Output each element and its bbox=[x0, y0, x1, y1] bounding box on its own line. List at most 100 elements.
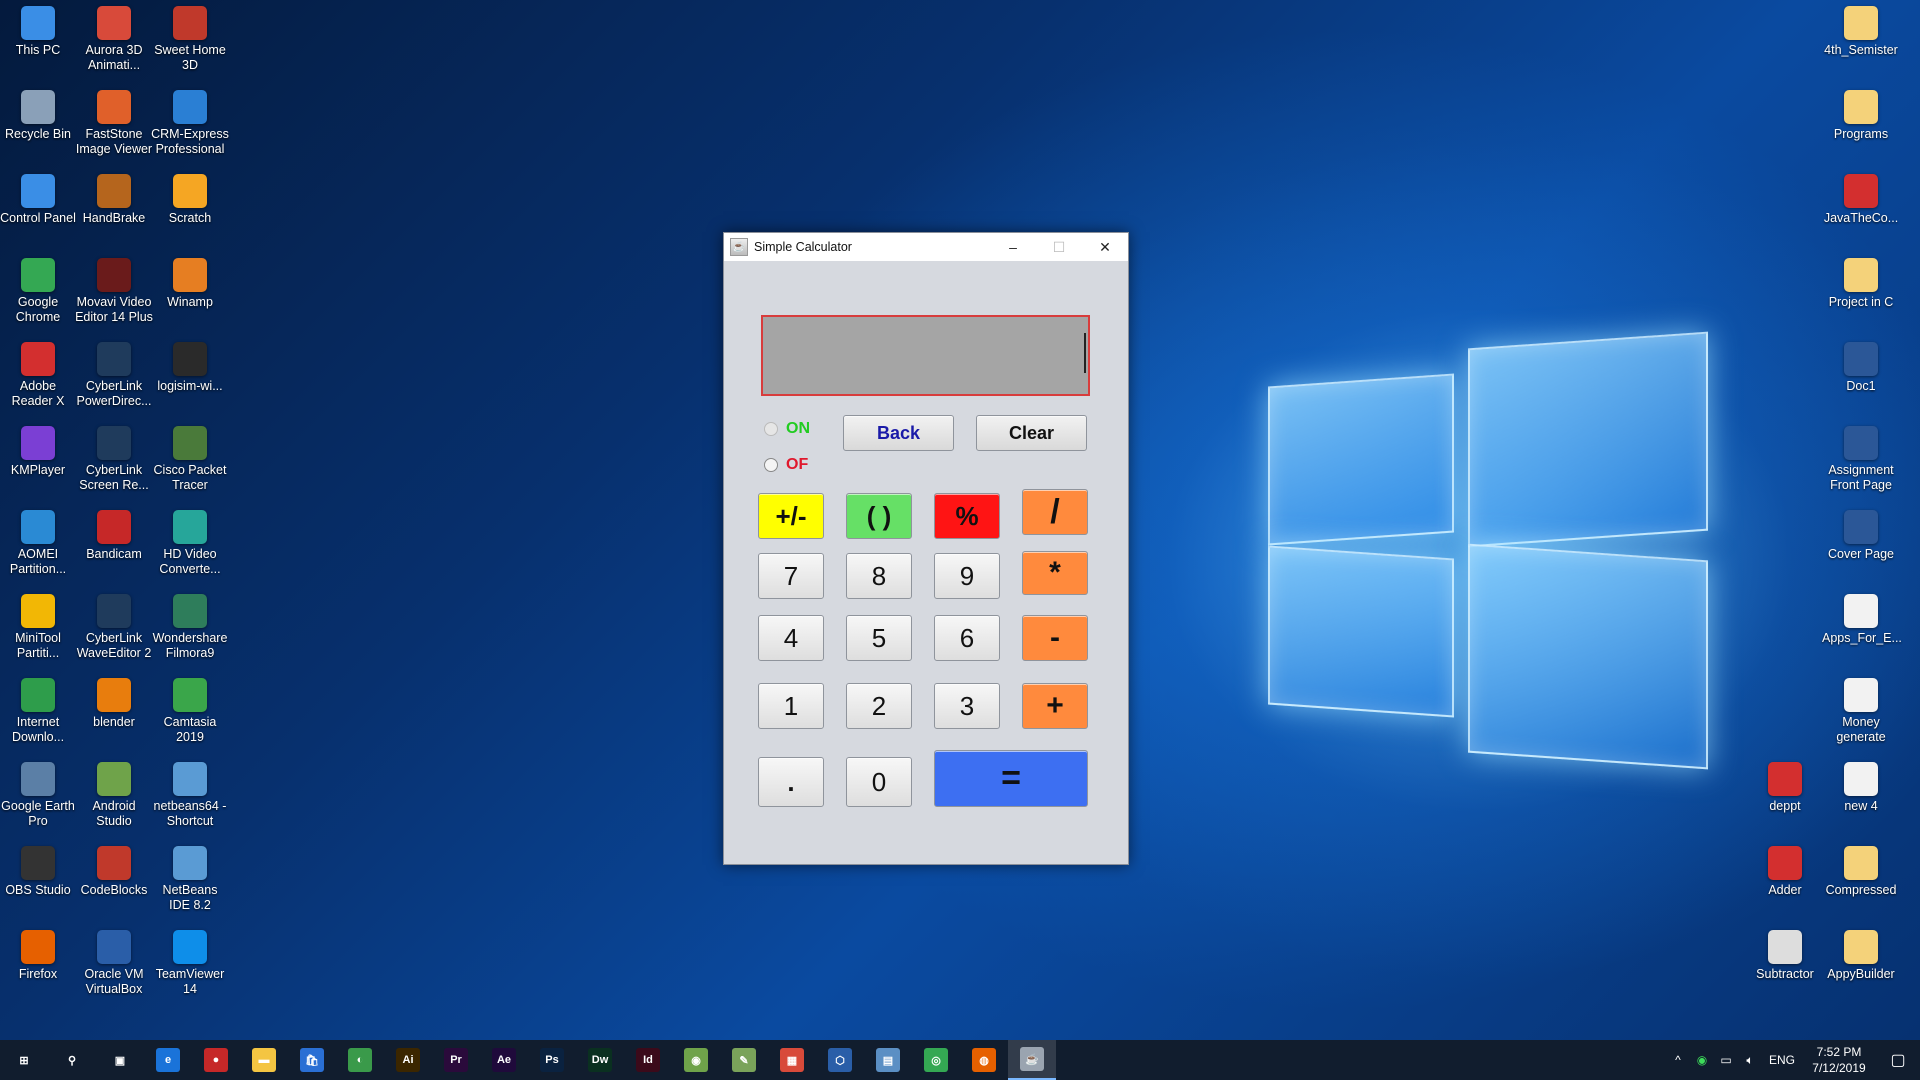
key-4[interactable]: 4 bbox=[758, 615, 824, 661]
multiply-button[interactable]: * bbox=[1022, 551, 1088, 595]
taskbar-button[interactable]: ◉ bbox=[672, 1040, 720, 1080]
taskbar-button[interactable]: Ai bbox=[384, 1040, 432, 1080]
taskbar-button[interactable]: ⊞ bbox=[0, 1040, 48, 1080]
taskbar-button[interactable]: ✎ bbox=[720, 1040, 768, 1080]
taskbar-button[interactable]: ▬ bbox=[240, 1040, 288, 1080]
taskbar-button[interactable]: ⬡ bbox=[816, 1040, 864, 1080]
taskbar-button[interactable]: Pr bbox=[432, 1040, 480, 1080]
desktop-icon[interactable]: HD Video Converte... bbox=[151, 510, 229, 577]
desktop-icon[interactable]: CRM-Express Professional bbox=[151, 90, 229, 157]
decimal-button[interactable]: . bbox=[758, 757, 824, 807]
desktop-icon[interactable]: deppt bbox=[1746, 762, 1824, 814]
tray-chevron-icon[interactable]: ^ bbox=[1666, 1053, 1690, 1067]
desktop-icon[interactable]: CyberLink Screen Re... bbox=[75, 426, 153, 493]
desktop-icon[interactable]: Assignment Front Page bbox=[1822, 426, 1900, 493]
desktop-icon[interactable]: 4th_Semister bbox=[1822, 6, 1900, 58]
key-8[interactable]: 8 bbox=[846, 553, 912, 599]
taskbar-button[interactable]: ◎ bbox=[912, 1040, 960, 1080]
desktop-icon[interactable]: AppyBuilder bbox=[1822, 930, 1900, 982]
minimize-button[interactable]: – bbox=[990, 233, 1036, 261]
taskbar-button[interactable]: ◐ bbox=[336, 1040, 384, 1080]
radio-on[interactable]: ON bbox=[764, 420, 810, 438]
taskbar-button[interactable]: 🛍 bbox=[288, 1040, 336, 1080]
desktop-icon[interactable]: Movavi Video Editor 14 Plus bbox=[75, 258, 153, 325]
notifications-icon[interactable]: ▢ bbox=[1876, 1050, 1920, 1070]
desktop-icon[interactable]: This PC bbox=[0, 6, 77, 58]
clock[interactable]: 7:52 PM 7/12/2019 bbox=[1802, 1044, 1876, 1076]
maximize-button[interactable]: ☐ bbox=[1036, 233, 1082, 261]
taskbar-button[interactable]: ● bbox=[192, 1040, 240, 1080]
taskbar-button[interactable]: e bbox=[144, 1040, 192, 1080]
desktop-icon[interactable]: Google Earth Pro bbox=[0, 762, 77, 829]
close-button[interactable]: ✕ bbox=[1082, 233, 1128, 261]
desktop-icon[interactable]: logisim-wi... bbox=[151, 342, 229, 394]
desktop-icon[interactable]: Firefox bbox=[0, 930, 77, 982]
desktop-icon[interactable]: CodeBlocks bbox=[75, 846, 153, 898]
taskbar-button[interactable]: ◍ bbox=[960, 1040, 1008, 1080]
desktop-icon[interactable]: TeamViewer 14 bbox=[151, 930, 229, 997]
desktop-icon[interactable]: Cisco Packet Tracer bbox=[151, 426, 229, 493]
key-1[interactable]: 1 bbox=[758, 683, 824, 729]
taskbar-button[interactable]: ▣ bbox=[96, 1040, 144, 1080]
taskbar-button[interactable]: Dw bbox=[576, 1040, 624, 1080]
back-button[interactable]: Back bbox=[843, 415, 954, 451]
desktop-icon[interactable]: Adder bbox=[1746, 846, 1824, 898]
desktop-icon[interactable]: HandBrake bbox=[75, 174, 153, 226]
desktop-icon[interactable]: FastStone Image Viewer bbox=[75, 90, 153, 157]
desktop-icon[interactable]: JavaTheCo... bbox=[1822, 174, 1900, 226]
desktop-icon[interactable]: Oracle VM VirtualBox bbox=[75, 930, 153, 997]
key-6[interactable]: 6 bbox=[934, 615, 1000, 661]
desktop-icon[interactable]: Aurora 3D Animati... bbox=[75, 6, 153, 73]
key-7[interactable]: 7 bbox=[758, 553, 824, 599]
desktop-icon[interactable]: Bandicam bbox=[75, 510, 153, 562]
equals-button[interactable]: = bbox=[934, 750, 1088, 807]
parentheses-button[interactable]: ( ) bbox=[846, 493, 912, 539]
desktop-icon[interactable]: Cover Page bbox=[1822, 510, 1900, 562]
desktop-icon[interactable]: netbeans64 - Shortcut bbox=[151, 762, 229, 829]
taskbar-button[interactable]: Ae bbox=[480, 1040, 528, 1080]
desktop-icon[interactable]: Wondershare Filmora9 bbox=[151, 594, 229, 661]
desktop-icon[interactable]: KMPlayer bbox=[0, 426, 77, 478]
volume-icon[interactable]: 🔈︎ bbox=[1738, 1053, 1762, 1068]
desktop-icon[interactable]: Android Studio bbox=[75, 762, 153, 829]
desktop-icon[interactable]: Winamp bbox=[151, 258, 229, 310]
desktop-icon[interactable]: Recycle Bin bbox=[0, 90, 77, 142]
radio-on-circle[interactable] bbox=[764, 422, 778, 436]
desktop-icon[interactable]: MiniTool Partiti... bbox=[0, 594, 77, 661]
desktop-icon[interactable]: Subtractor bbox=[1746, 930, 1824, 982]
key-2[interactable]: 2 bbox=[846, 683, 912, 729]
percent-button[interactable]: % bbox=[934, 493, 1000, 539]
desktop-icon[interactable]: Camtasia 2019 bbox=[151, 678, 229, 745]
desktop-icon[interactable]: CyberLink PowerDirec... bbox=[75, 342, 153, 409]
desktop-icon[interactable]: Internet Downlo... bbox=[0, 678, 77, 745]
network-icon[interactable]: ▭ bbox=[1714, 1053, 1738, 1067]
plus-button[interactable]: + bbox=[1022, 683, 1088, 729]
desktop-icon[interactable]: AOMEI Partition... bbox=[0, 510, 77, 577]
key-5[interactable]: 5 bbox=[846, 615, 912, 661]
key-9[interactable]: 9 bbox=[934, 553, 1000, 599]
taskbar-button[interactable]: Ps bbox=[528, 1040, 576, 1080]
desktop-icon[interactable]: Apps_For_E... bbox=[1822, 594, 1902, 646]
divide-button[interactable]: / bbox=[1022, 489, 1088, 535]
taskbar-button[interactable]: Id bbox=[624, 1040, 672, 1080]
desktop-icon[interactable]: Scratch bbox=[151, 174, 229, 226]
minus-button[interactable]: - bbox=[1022, 615, 1088, 661]
desktop-icon[interactable]: blender bbox=[75, 678, 153, 730]
calculator-display[interactable] bbox=[761, 315, 1090, 396]
language-indicator[interactable]: ENG bbox=[1762, 1053, 1802, 1067]
taskbar-button[interactable]: ⚲ bbox=[48, 1040, 96, 1080]
desktop-icon[interactable]: Compressed bbox=[1822, 846, 1900, 898]
desktop-icon[interactable]: Doc1 bbox=[1822, 342, 1900, 394]
taskbar-button[interactable]: ☕ bbox=[1008, 1040, 1056, 1080]
desktop-icon[interactable]: Sweet Home 3D bbox=[151, 6, 229, 73]
desktop-icon[interactable]: NetBeans IDE 8.2 bbox=[151, 846, 229, 913]
desktop-icon[interactable]: CyberLink WaveEditor 2 bbox=[75, 594, 153, 661]
taskbar-button[interactable]: ▤ bbox=[864, 1040, 912, 1080]
desktop-icon[interactable]: OBS Studio bbox=[0, 846, 77, 898]
key-0[interactable]: 0 bbox=[846, 757, 912, 807]
desktop-icon[interactable]: Money generate bbox=[1822, 678, 1900, 745]
desktop-icon[interactable]: Google Chrome bbox=[0, 258, 77, 325]
taskbar-button[interactable]: ▦ bbox=[768, 1040, 816, 1080]
title-bar[interactable]: ☕ Simple Calculator – ☐ ✕ bbox=[724, 233, 1128, 261]
desktop-icon[interactable]: Control Panel bbox=[0, 174, 77, 226]
